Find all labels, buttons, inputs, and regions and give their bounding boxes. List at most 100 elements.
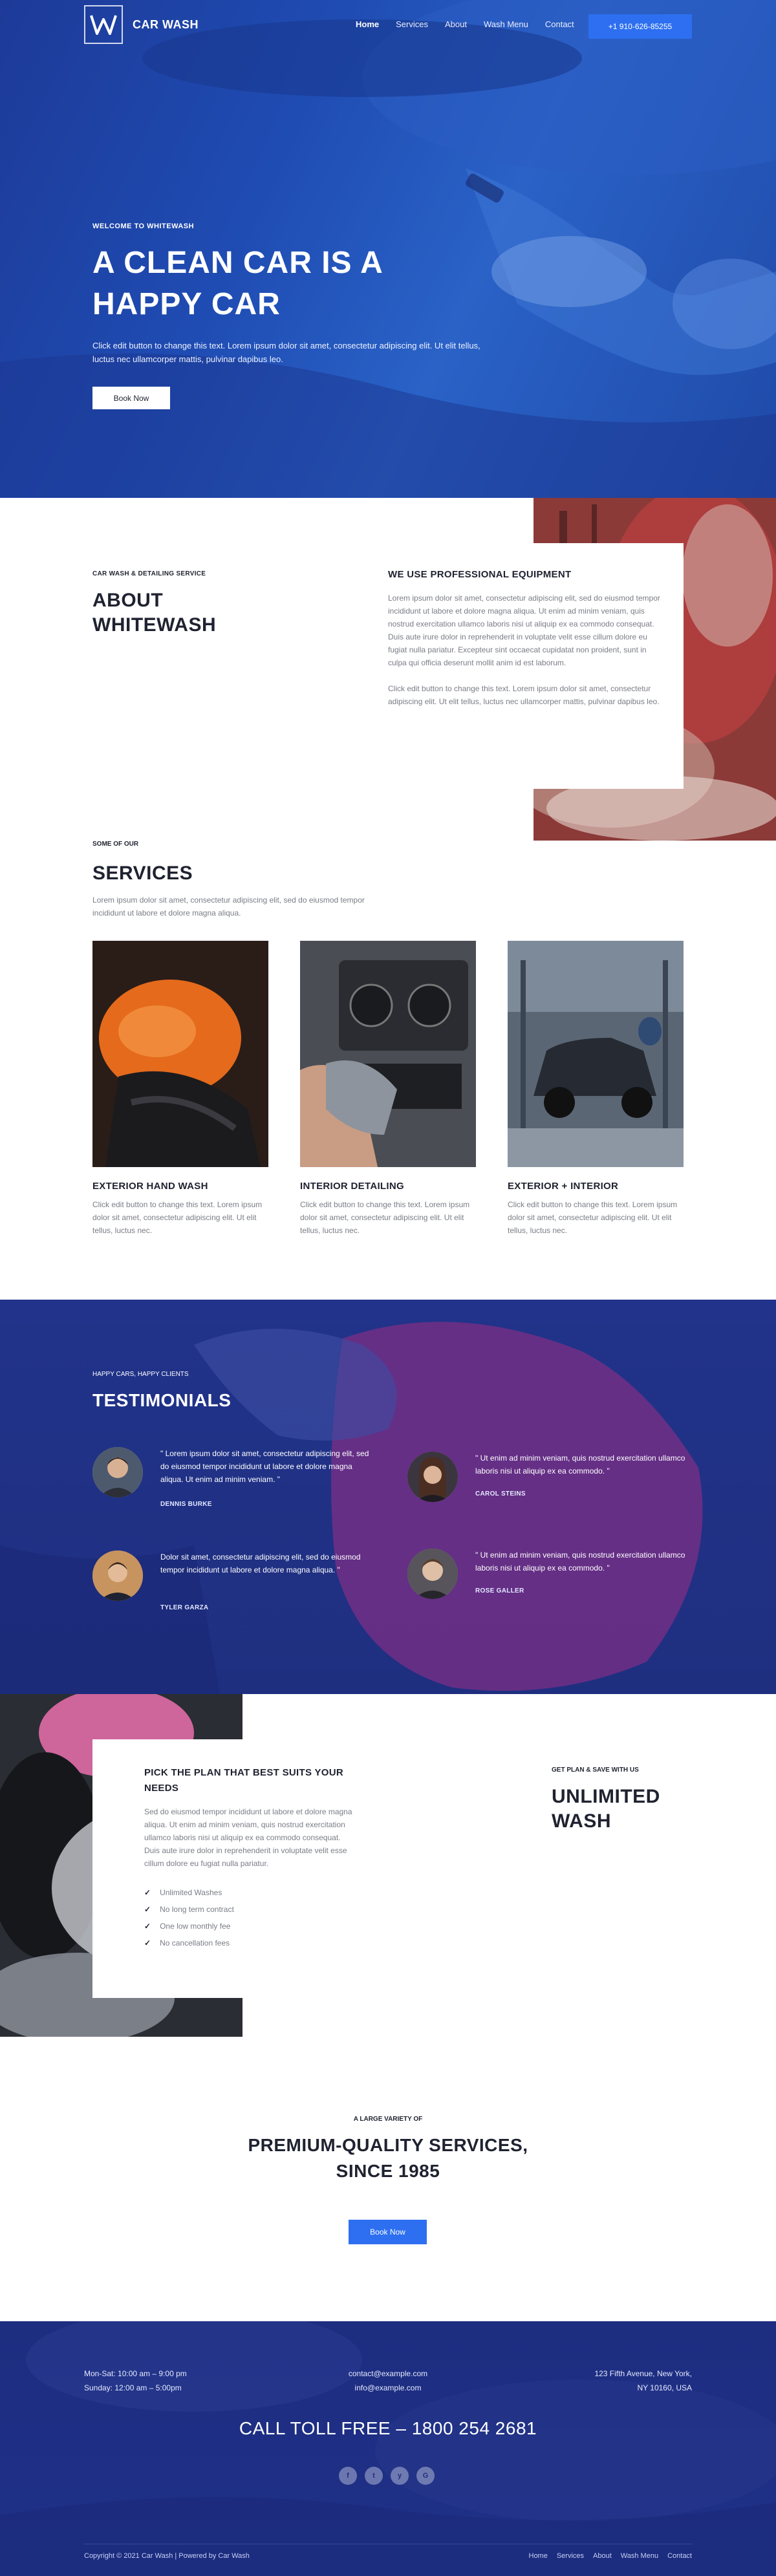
social-links: f t y G [339, 2467, 435, 2485]
plan-feature: ✓ No long term contract [144, 1901, 354, 1918]
check-icon: ✓ [144, 1905, 151, 1914]
testimonials-section: HAPPY CARS, HAPPY CLIENTS TESTIMONIALS "… [0, 1300, 776, 1694]
service-text: Click edit button to change this text. L… [92, 1200, 263, 1235]
footer-nav-contact[interactable]: Contact [667, 2552, 692, 2560]
services-intro: Lorem ipsum dolor sit amet, consectetur … [92, 896, 365, 918]
hero-section: CAR WASH Home Services About Wash Menu C… [0, 0, 776, 498]
about-kicker: CAR WASH & DETAILING SERVICE [92, 570, 206, 577]
nav-wash-menu[interactable]: Wash Menu [484, 19, 528, 29]
logo[interactable] [84, 5, 123, 44]
testimonial-author: CAROL STEINS [475, 1490, 526, 1497]
testimonials-title: TESTIMONIALS [92, 1390, 232, 1410]
testimonial-quote: " Ut enim ad minim veniam, quis nostrud … [475, 1551, 685, 1572]
footer-nav-services[interactable]: Services [557, 2552, 584, 2560]
footer-nav-about[interactable]: About [593, 2552, 612, 2560]
avatar [92, 1447, 143, 1497]
cta-book-now-button[interactable]: Book Now [349, 2220, 427, 2244]
nav-home[interactable]: Home [356, 19, 379, 29]
main-nav: Home Services About Wash Menu Contact [356, 19, 574, 29]
footer-nav-home[interactable]: Home [529, 2552, 548, 2560]
address-line-1: 123 Fifth Avenue, New York, [594, 2369, 692, 2378]
plan-features-list: ✓ Unlimited Washes ✓ No long term contract… [144, 1884, 354, 1951]
top-navbar: CAR WASH Home Services About Wash Menu C… [0, 0, 776, 53]
about-paragraph-2: Click edit button to change this text. L… [388, 684, 660, 706]
service-title: EXTERIOR + INTERIOR [508, 1181, 619, 1192]
hero-book-now-button[interactable]: Book Now [92, 387, 170, 409]
check-icon: ✓ [144, 1888, 151, 1897]
plan-card: PICK THE PLAN THAT BEST SUITS YOUR NEEDS… [92, 1739, 405, 1998]
service-card-interior[interactable]: INTERIOR DETAILING Click edit button to … [300, 941, 476, 1237]
brand-name[interactable]: CAR WASH [133, 18, 199, 32]
hero-kicker: WELCOME TO WHITEWASH [92, 222, 195, 230]
about-title: ABOUT WHITEWASH [92, 588, 274, 638]
service-card-exterior[interactable]: EXTERIOR HAND WASH Click edit button to … [92, 941, 268, 1237]
footer: Mon-Sat: 10:00 am – 9:00 pm Sunday: 12:0… [0, 2321, 776, 2576]
footer-background-photo [0, 2321, 776, 2576]
pricing-title-line2: WASH [552, 1810, 611, 1832]
testimonial-author: ROSE GALLER [475, 1587, 524, 1594]
service-text: Click edit button to change this text. L… [300, 1200, 470, 1235]
exterior-interior-photo [508, 941, 684, 1167]
interior-detailing-photo [300, 941, 476, 1167]
nav-about[interactable]: About [445, 19, 467, 29]
plan-card-text: Sed do eiusmod tempor incididunt ut labo… [144, 1807, 352, 1868]
footer-nav: Home Services About Wash Menu Contact [529, 2552, 693, 2560]
page: CAR WASH Home Services About Wash Menu C… [0, 0, 776, 2576]
cta-section: A LARGE VARIETY OF PREMIUM-QUALITY SERVI… [0, 2037, 776, 2321]
footer-nav-wash-menu[interactable]: Wash Menu [621, 2552, 658, 2560]
avatar [407, 1549, 458, 1599]
cta-kicker: A LARGE VARIETY OF [353, 2116, 423, 2123]
avatar [92, 1551, 143, 1601]
address-line-2: NY 10160, USA [637, 2383, 693, 2392]
facebook-icon[interactable]: f [339, 2467, 357, 2485]
nav-services[interactable]: Services [396, 19, 428, 29]
service-title: EXTERIOR HAND WASH [92, 1181, 208, 1192]
service-text: Click edit button to change this text. L… [508, 1200, 678, 1235]
avatar [407, 1452, 458, 1502]
hero-title: A CLEAN CAR IS A HAPPY CAR [92, 242, 455, 325]
footer-address: 123 Fifth Avenue, New York, NY 10160, US… [594, 2367, 692, 2395]
plan-card-title: PICK THE PLAN THAT BEST SUITS YOUR NEEDS [144, 1767, 343, 1794]
hero-title-line1: A CLEAN CAR IS A [92, 246, 383, 280]
testimonials-kicker: HAPPY CARS, HAPPY CLIENTS [92, 1371, 189, 1378]
about-section: CAR WASH & DETAILING SERVICE ABOUT WHITE… [0, 498, 776, 841]
toll-free-number[interactable]: CALL TOLL FREE – 1800 254 2681 [0, 2418, 776, 2439]
cta-title: PREMIUM-QUALITY SERVICES, SINCE 1985 [226, 2132, 550, 2184]
copyright: Copyright © 2021 Car Wash | Powered by C… [84, 2552, 250, 2560]
about-title-line1: ABOUT [92, 590, 164, 611]
testimonial-quote: " Ut enim ad minim veniam, quis nostrud … [475, 1454, 685, 1476]
phone-button[interactable]: +1 910-626-85255 [588, 14, 692, 39]
services-section: SOME OF OUR SERVICES Lorem ipsum dolor s… [0, 841, 776, 1300]
pricing-title: UNLIMITED WASH [552, 1785, 713, 1834]
plan-feature: ✓ One low monthly fee [144, 1918, 354, 1935]
service-card-combo[interactable]: EXTERIOR + INTERIOR Click edit button to… [508, 941, 684, 1237]
about-title-line2: WHITEWASH [92, 614, 217, 636]
plan-feature-label: No cancellation fees [160, 1938, 230, 1948]
services-title: SERVICES [92, 863, 193, 884]
pricing-section: PICK THE PLAN THAT BEST SUITS YOUR NEEDS… [0, 1694, 776, 2037]
about-card-title: WE USE PROFESSIONAL EQUIPMENT [388, 569, 572, 580]
logo-w-icon [90, 15, 117, 35]
twitter-icon[interactable]: t [365, 2467, 383, 2485]
yelp-icon[interactable]: y [391, 2467, 409, 2485]
testimonial-author: TYLER GARZA [160, 1604, 209, 1611]
service-title: INTERIOR DETAILING [300, 1181, 404, 1192]
nav-contact[interactable]: Contact [545, 19, 574, 29]
pricing-title-line1: UNLIMITED [552, 1786, 660, 1807]
exterior-wash-photo [92, 941, 268, 1167]
check-icon: ✓ [144, 1922, 151, 1931]
cta-title-line1: PREMIUM-QUALITY SERVICES, [248, 2135, 528, 2155]
plan-feature: ✓ Unlimited Washes [144, 1884, 354, 1901]
plan-feature: ✓ No cancellation fees [144, 1935, 354, 1951]
cta-title-line2: SINCE 1985 [336, 2161, 440, 2181]
testimonial-author: DENNIS BURKE [160, 1501, 212, 1508]
plan-feature-label: Unlimited Washes [160, 1888, 222, 1897]
plan-feature-label: No long term contract [160, 1905, 234, 1914]
hero-text: Click edit button to change this text. L… [92, 341, 480, 364]
check-icon: ✓ [144, 1938, 151, 1948]
hero-title-line2: HAPPY CAR [92, 287, 281, 321]
google-icon[interactable]: G [416, 2467, 435, 2485]
services-kicker: SOME OF OUR [92, 841, 139, 848]
pricing-kicker: GET PLAN & SAVE WITH US [552, 1766, 639, 1774]
about-paragraph-1: Lorem ipsum dolor sit amet, consectetur … [388, 594, 660, 667]
